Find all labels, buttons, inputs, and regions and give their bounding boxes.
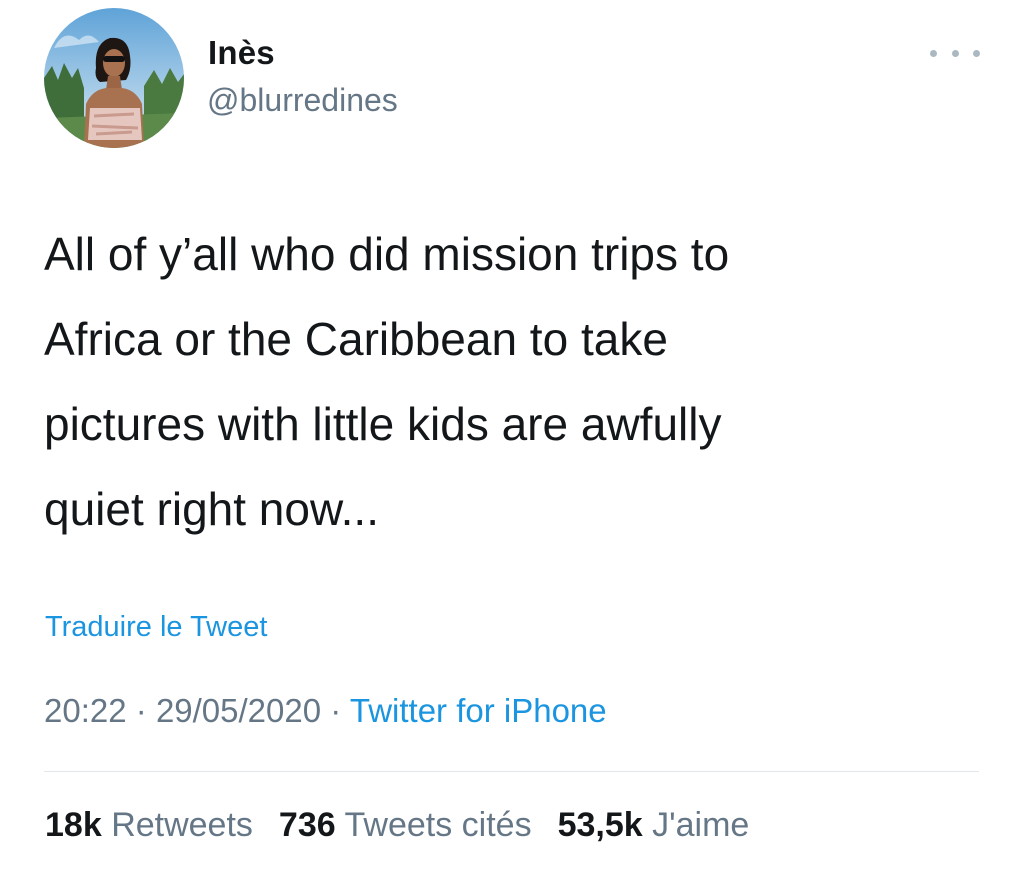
tweet-metadata: 20:22 · 29/05/2020 · Twitter for iPhone	[44, 692, 607, 730]
author-handle[interactable]: @blurredines	[207, 82, 398, 119]
retweets-stat[interactable]: 18k Retweets	[45, 806, 253, 845]
more-options-button[interactable]	[930, 38, 980, 68]
retweets-label: Retweets	[111, 806, 253, 844]
more-horizontal-icon-dot	[951, 49, 959, 57]
meta-separator: ·	[330, 692, 342, 729]
likes-stat[interactable]: 53,5k J'aime	[558, 806, 750, 845]
divider	[44, 771, 979, 772]
tweet-text-line: pictures with little kids are awfully	[44, 398, 722, 450]
tweet-date: 29/05/2020	[155, 692, 322, 729]
translate-tweet-link[interactable]: Traduire le Tweet	[45, 611, 267, 644]
retweets-count: 18k	[45, 806, 102, 844]
tweet-source-link[interactable]: Twitter for iPhone	[350, 692, 607, 729]
more-horizontal-icon-dot	[973, 49, 980, 57]
avatar-photo	[44, 8, 184, 148]
quote-tweets-count: 736	[278, 806, 336, 844]
tweet-text-line: All of y’all who did mission trips to	[44, 228, 730, 280]
tweet-card: Inès @blurredines All of y’all who did m…	[0, 0, 1023, 877]
tweet-time: 20:22	[44, 692, 127, 729]
quote-tweets-label: Tweets cités	[344, 806, 532, 844]
engagement-stats: 18k Retweets 736 Tweets cités 53,5k J'ai…	[45, 806, 749, 845]
quote-tweets-stat[interactable]: 736 Tweets cités	[279, 806, 532, 845]
author-display-name[interactable]: Inès	[208, 34, 275, 72]
meta-separator: ·	[135, 692, 147, 729]
tweet-text-line: quiet right now...	[44, 483, 379, 535]
likes-label: J'aime	[652, 806, 750, 844]
more-horizontal-icon	[930, 49, 937, 57]
avatar[interactable]	[44, 8, 184, 148]
likes-count: 53,5k	[557, 806, 643, 844]
tweet-text-line: Africa or the Caribbean to take	[44, 313, 668, 365]
tweet-text: All of y’all who did mission trips to Af…	[44, 212, 944, 552]
